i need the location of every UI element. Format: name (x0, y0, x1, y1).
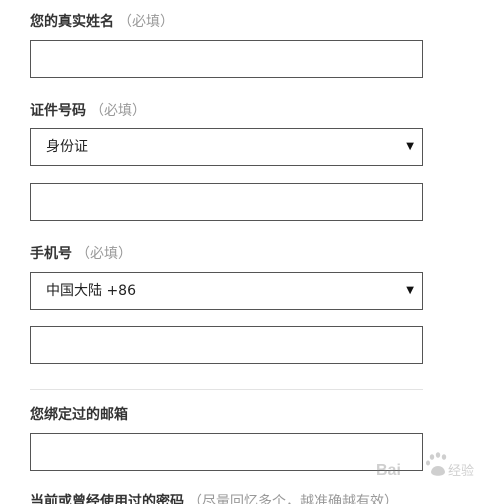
id-number-input[interactable] (30, 183, 423, 221)
used-passwords-label: 当前或曾经使用过的密码 （尽量回忆多个，越准确越有效） (30, 492, 398, 504)
id-number-required-hint: （必填） (90, 103, 146, 119)
id-number-label: 证件号码 （必填） (30, 101, 146, 121)
svg-text:经验: 经验 (448, 463, 474, 479)
section-divider (30, 389, 423, 390)
name-input[interactable] (30, 40, 423, 78)
id-type-select[interactable]: 身份证 ▼ (30, 128, 423, 166)
used-passwords-hint: （尽量回忆多个，越准确越有效） (188, 494, 398, 504)
name-required-hint: （必填） (118, 14, 174, 30)
bound-email-label-text: 您绑定过的邮箱 (30, 407, 128, 423)
svg-text:Bai: Bai (376, 462, 401, 479)
used-passwords-label-text: 当前或曾经使用过的密码 (30, 494, 184, 504)
phone-required-hint: （必填） (76, 246, 132, 262)
phone-input[interactable] (30, 326, 423, 364)
bound-email-label: 您绑定过的邮箱 (30, 405, 128, 425)
phone-label-text: 手机号 (30, 246, 72, 262)
bound-email-input[interactable] (30, 433, 423, 471)
baidu-paw-icon: Bai 经验 (376, 452, 474, 479)
id-number-label-text: 证件号码 (30, 103, 86, 119)
name-label-text: 您的真实姓名 (30, 14, 114, 30)
id-type-selected-value: 身份证 (46, 139, 88, 155)
baidu-jingyan-logo: Bai 经验 (372, 448, 482, 482)
country-code-selected-value: 中国大陆 +86 (46, 283, 136, 299)
account-recovery-form: 您的真实姓名 （必填） 证件号码 （必填） 身份证 ▼ 手机号 （必填） 中国大陆 +… (0, 0, 500, 504)
caret-down-icon: ▼ (406, 141, 414, 152)
phone-label: 手机号 （必填） (30, 244, 132, 264)
name-label: 您的真实姓名 （必填） (30, 12, 174, 32)
country-code-select[interactable]: 中国大陆 +86 ▼ (30, 272, 423, 310)
caret-down-icon: ▼ (406, 285, 414, 296)
